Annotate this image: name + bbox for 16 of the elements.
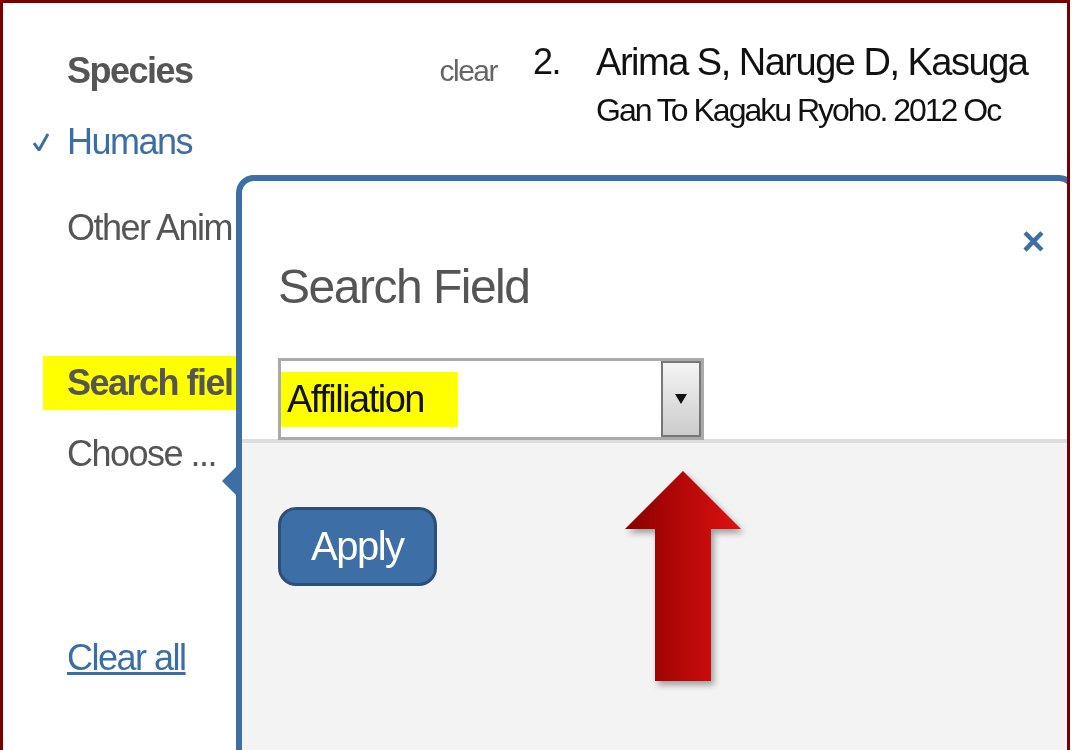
close-button[interactable]: ×: [1021, 221, 1045, 261]
filter-heading: Search fiel: [43, 356, 237, 410]
result-number: 2.: [533, 41, 561, 84]
clear-all-link[interactable]: Clear all: [67, 637, 186, 679]
dropdown-caret-icon[interactable]: [661, 361, 701, 437]
apply-button[interactable]: Apply: [278, 507, 437, 586]
filter-option[interactable]: Choose ...: [67, 433, 217, 475]
popup-title: Search Field: [278, 259, 530, 314]
filter-option[interactable]: Other Anim: [67, 207, 233, 249]
dropdown-value: Affiliation: [281, 371, 458, 427]
filter-heading: Species: [66, 49, 194, 93]
filter-option[interactable]: Humans: [67, 121, 193, 163]
clear-link[interactable]: clear: [439, 54, 497, 88]
result-authors[interactable]: Arima S, Naruge D, Kasuga: [596, 41, 1028, 84]
result-journal: Gan To Kagaku Ryoho. 2012 Oc: [596, 92, 1002, 129]
search-field-dropdown[interactable]: Affiliation: [278, 358, 704, 440]
